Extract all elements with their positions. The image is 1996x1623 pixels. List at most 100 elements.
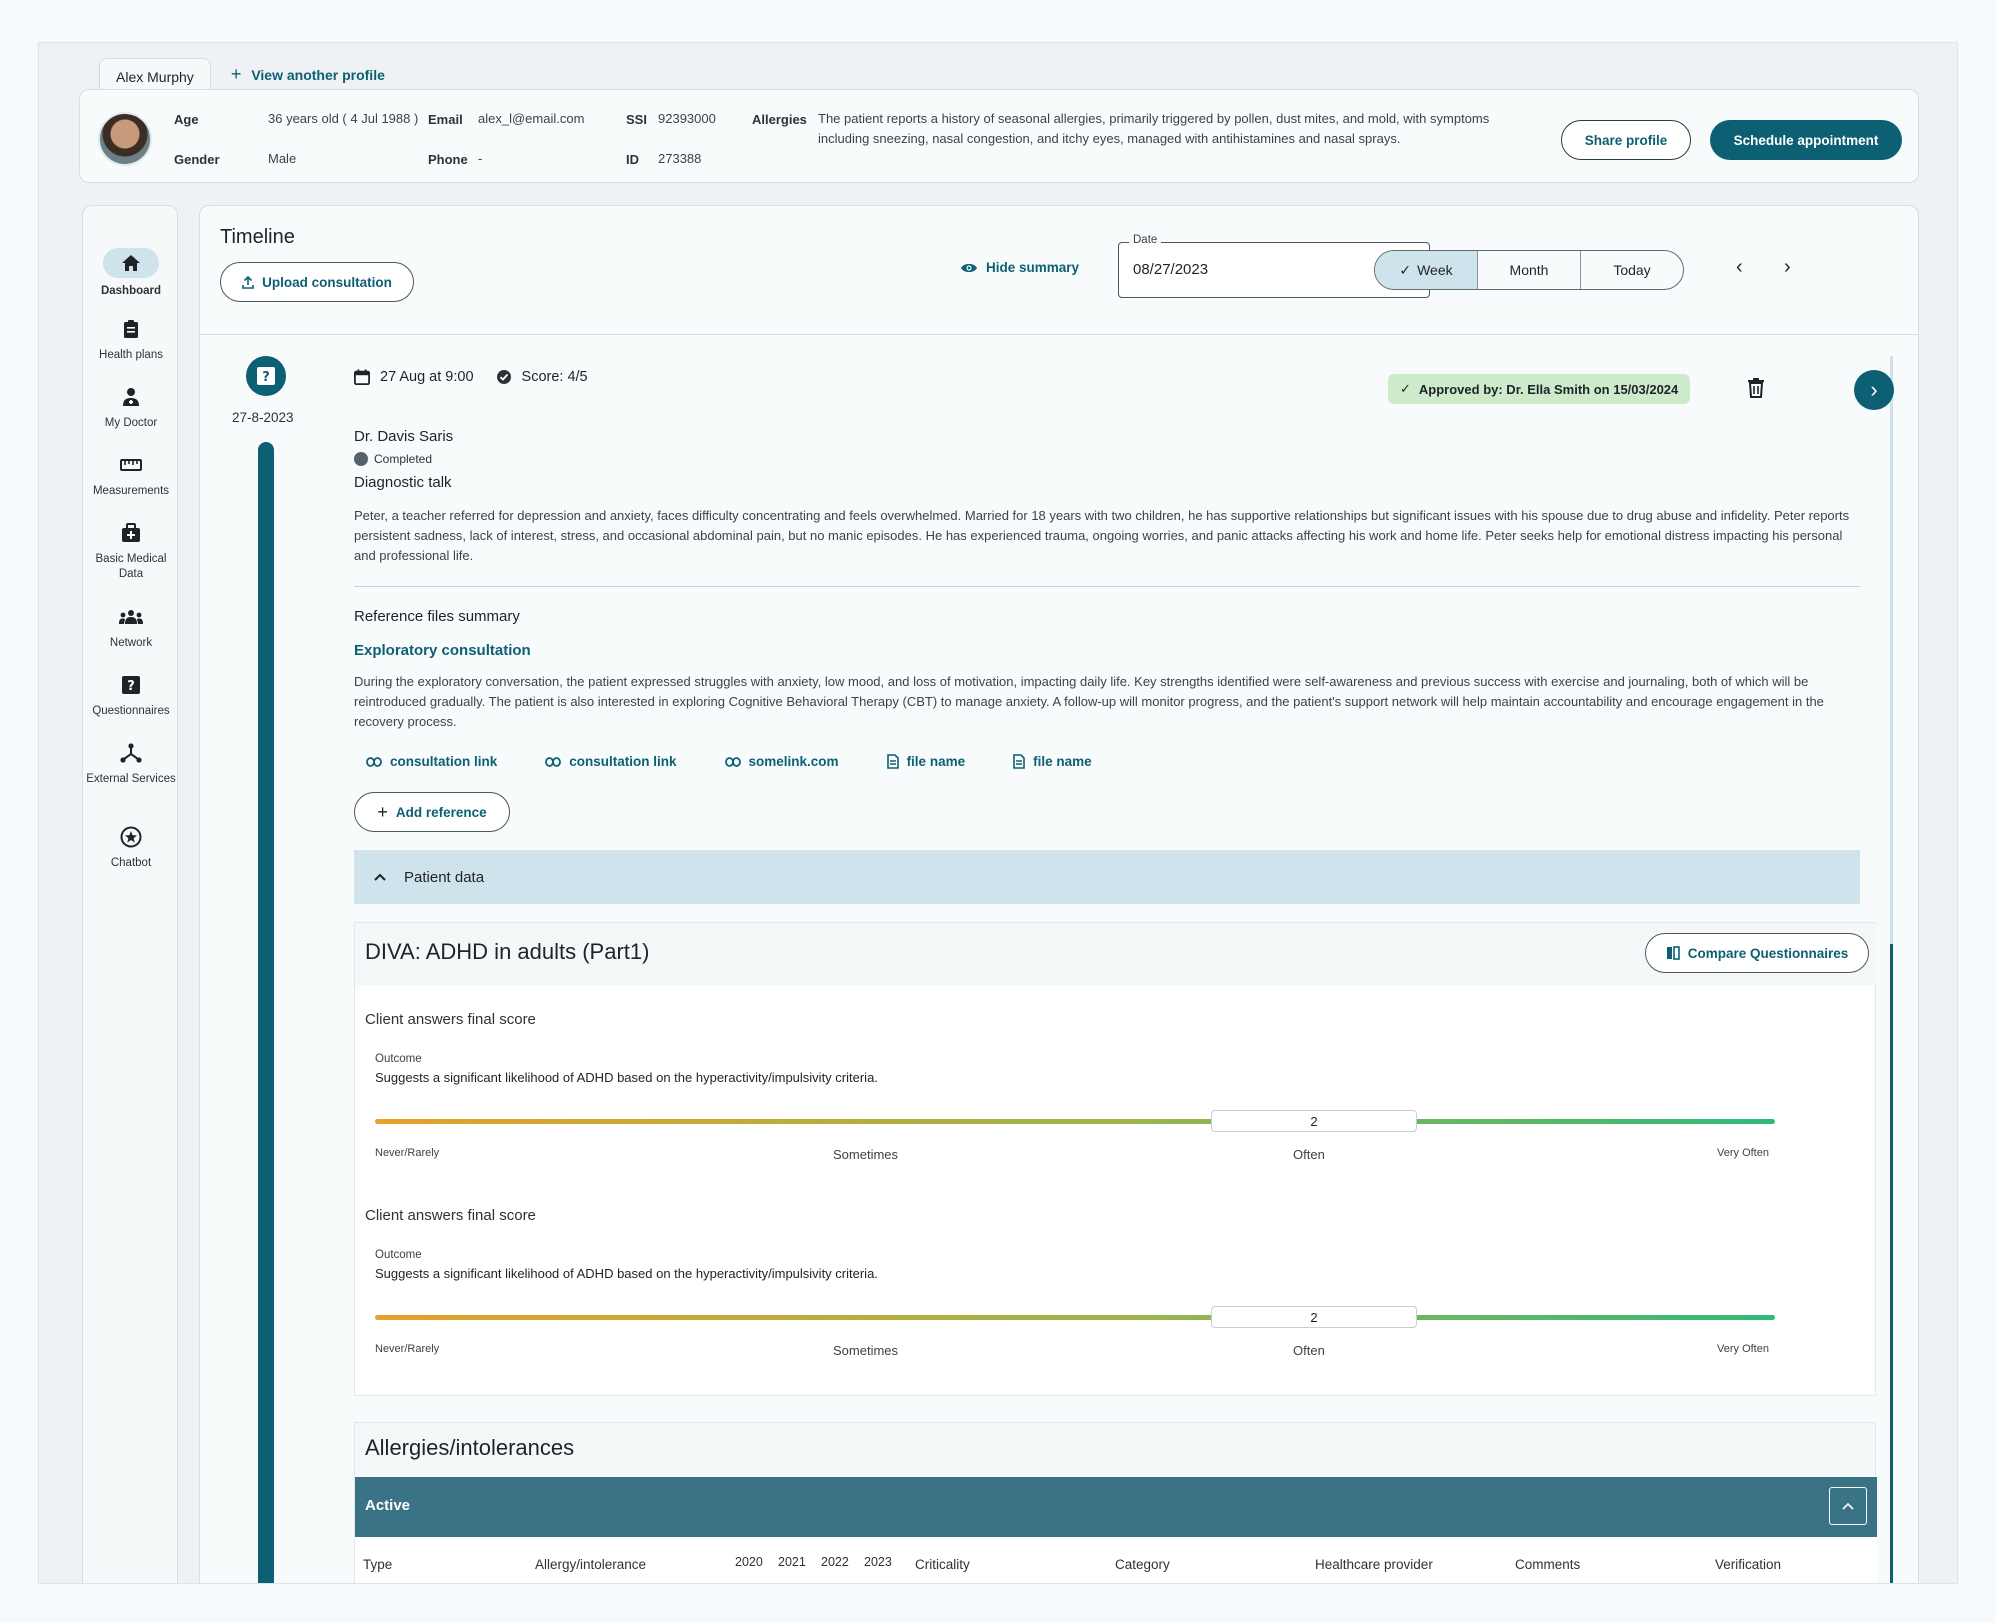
scale-mid2-label: Often bbox=[1293, 1147, 1325, 1162]
age-value: 36 years old ( 4 Jul 1988 ) bbox=[268, 111, 419, 126]
id-label: ID bbox=[626, 152, 639, 167]
view-another-profile-tab[interactable]: + View another profile bbox=[211, 54, 405, 93]
chevron-right-icon: › bbox=[1870, 377, 1878, 402]
active-section-header[interactable]: Active bbox=[355, 1477, 1877, 1537]
sidebar-item-external-services[interactable]: External Services bbox=[83, 740, 179, 787]
sidebar-item-label: Network bbox=[109, 637, 153, 649]
sidebar-item-health-plans[interactable]: Health plans bbox=[83, 316, 179, 363]
sidebar-item-my-doctor[interactable]: My Doctor bbox=[83, 384, 179, 431]
reference-link-3[interactable]: somelink.com bbox=[724, 754, 839, 769]
share-profile-button[interactable]: Share profile bbox=[1561, 120, 1691, 160]
compare-questionnaires-label: Compare Questionnaires bbox=[1687, 945, 1849, 961]
check-icon: ✓ bbox=[1399, 261, 1412, 278]
upload-consultation-button[interactable]: Upload consultation bbox=[220, 262, 414, 302]
score-scale-track bbox=[375, 1119, 1775, 1124]
add-reference-button[interactable]: + Add reference bbox=[354, 792, 510, 832]
timeline-rail bbox=[258, 442, 274, 1583]
score-scale-track bbox=[375, 1315, 1775, 1320]
compare-icon bbox=[1666, 946, 1680, 960]
column-header-category: Category bbox=[1115, 1557, 1170, 1572]
reference-file-2[interactable]: file name bbox=[1013, 754, 1092, 769]
entry-datetime: 27 Aug at 9:00 bbox=[380, 369, 474, 385]
entry-score: Score: 4/5 bbox=[521, 369, 588, 385]
tab-alex-murphy[interactable]: Alex Murphy bbox=[99, 58, 211, 93]
entry-type: Diagnostic talk bbox=[354, 474, 452, 491]
year-2021: 2021 bbox=[778, 1555, 806, 1569]
scrollbar-thumb[interactable] bbox=[1890, 944, 1893, 1583]
column-header-provider: Healthcare provider bbox=[1315, 1557, 1433, 1572]
score-title: Client answers final score bbox=[365, 1011, 536, 1028]
scale-mid1-label: Sometimes bbox=[833, 1147, 899, 1162]
schedule-appointment-button[interactable]: Schedule appointment bbox=[1710, 120, 1902, 160]
diva-card: DIVA: ADHD in adults (Part1) Compare Que… bbox=[354, 922, 1877, 1396]
outcome-text: Suggests a significant likelihood of ADH… bbox=[375, 1266, 878, 1281]
delete-button[interactable] bbox=[1748, 378, 1764, 403]
sidebar-item-label: Health plans bbox=[99, 349, 163, 361]
reference-link-1[interactable]: consultation link bbox=[366, 754, 497, 769]
sidebar-item-basic-medical-data[interactable]: Basic Medical Data bbox=[83, 520, 179, 582]
today-button[interactable]: Today bbox=[1581, 251, 1683, 289]
reference-label: file name bbox=[906, 754, 966, 769]
patient-profile-header: Age 36 years old ( 4 Jul 1988 ) Gender M… bbox=[79, 89, 1919, 183]
svg-text:?: ? bbox=[262, 370, 270, 385]
score-value: 2 bbox=[1211, 1306, 1417, 1328]
reference-link-2[interactable]: consultation link bbox=[545, 754, 677, 769]
entry-meta: 27 Aug at 9:00 Score: 4/5 bbox=[354, 369, 588, 385]
timeline-panel: Timeline Upload consultation Hide summar… bbox=[199, 205, 1919, 1583]
reference-label: consultation link bbox=[569, 754, 677, 769]
scale-min-label: Never/Rarely bbox=[375, 1343, 440, 1355]
prev-chevron-icon[interactable]: ‹ bbox=[1736, 256, 1743, 279]
questionnaire-marker[interactable]: ? bbox=[246, 356, 286, 396]
sidebar-item-label: My Doctor bbox=[104, 417, 158, 429]
sidebar-item-label: Questionnaires bbox=[92, 705, 170, 717]
svg-text:?: ? bbox=[127, 679, 135, 694]
sidebar-item-label: Chatbot bbox=[110, 857, 152, 869]
column-header-type: Type bbox=[363, 1557, 393, 1572]
link-icon bbox=[366, 756, 382, 767]
chevron-up-icon bbox=[374, 873, 386, 881]
doctor-icon bbox=[116, 384, 146, 410]
sidebar: Dashboard Health plans My Doctor Measure… bbox=[82, 205, 179, 1583]
divider bbox=[354, 586, 1860, 587]
outcome-label: Outcome bbox=[375, 1053, 422, 1065]
sidebar-item-dashboard[interactable]: Dashboard bbox=[83, 248, 179, 299]
scale-mid1-label: Sometimes bbox=[833, 1343, 899, 1358]
reference-file-1[interactable]: file name bbox=[886, 754, 966, 769]
check-icon: ✓ bbox=[1400, 381, 1411, 396]
column-header-verification: Verification bbox=[1715, 1557, 1782, 1572]
divider bbox=[200, 334, 1918, 335]
file-icon bbox=[886, 754, 899, 769]
reference-label: somelink.com bbox=[748, 754, 839, 769]
exploratory-text: During the exploratory conversation, the… bbox=[354, 674, 1824, 729]
sidebar-item-measurements[interactable]: Measurements bbox=[83, 452, 179, 499]
entry-description: Peter, a teacher referred for depression… bbox=[354, 508, 1850, 563]
chatbot-icon bbox=[116, 824, 146, 850]
column-header-comments: Comments bbox=[1515, 1557, 1581, 1572]
scale-max-label: Very Often bbox=[1717, 1343, 1769, 1355]
hide-summary-button[interactable]: Hide summary bbox=[960, 260, 1079, 275]
outcome-text: Suggests a significant likelihood of ADH… bbox=[375, 1070, 878, 1085]
next-chevron-icon[interactable]: › bbox=[1784, 256, 1791, 279]
week-button[interactable]: ✓ Week bbox=[1375, 251, 1478, 289]
home-icon bbox=[103, 248, 159, 278]
collapse-button[interactable] bbox=[1829, 1487, 1867, 1525]
eye-icon bbox=[961, 263, 977, 272]
app-window: Alex Murphy + View another profile Age 3… bbox=[38, 42, 1958, 1584]
calendar-icon bbox=[354, 369, 370, 385]
chevron-up-icon bbox=[1842, 1502, 1854, 1510]
reference-files-title: Reference files summary bbox=[354, 608, 520, 625]
status-dot-icon bbox=[354, 452, 368, 466]
score-title: Client answers final score bbox=[365, 1207, 536, 1224]
scale-mid2-label: Often bbox=[1293, 1343, 1325, 1358]
network-icon bbox=[116, 604, 146, 630]
sidebar-item-chatbot[interactable]: Chatbot bbox=[83, 824, 179, 871]
approved-badge: ✓ Approved by: Dr. Ella Smith on 15/03/2… bbox=[1388, 374, 1691, 404]
month-button[interactable]: Month bbox=[1478, 251, 1581, 289]
avatar bbox=[98, 112, 152, 166]
sidebar-item-questionnaires[interactable]: ? Questionnaires bbox=[83, 672, 179, 719]
compare-questionnaires-button[interactable]: Compare Questionnaires bbox=[1645, 933, 1869, 973]
patient-data-accordion[interactable]: Patient data bbox=[354, 850, 1860, 904]
sidebar-item-network[interactable]: Network bbox=[83, 604, 179, 651]
view-toggle: ✓ Week Month Today bbox=[1374, 250, 1684, 290]
open-entry-button[interactable]: › bbox=[1854, 370, 1894, 410]
